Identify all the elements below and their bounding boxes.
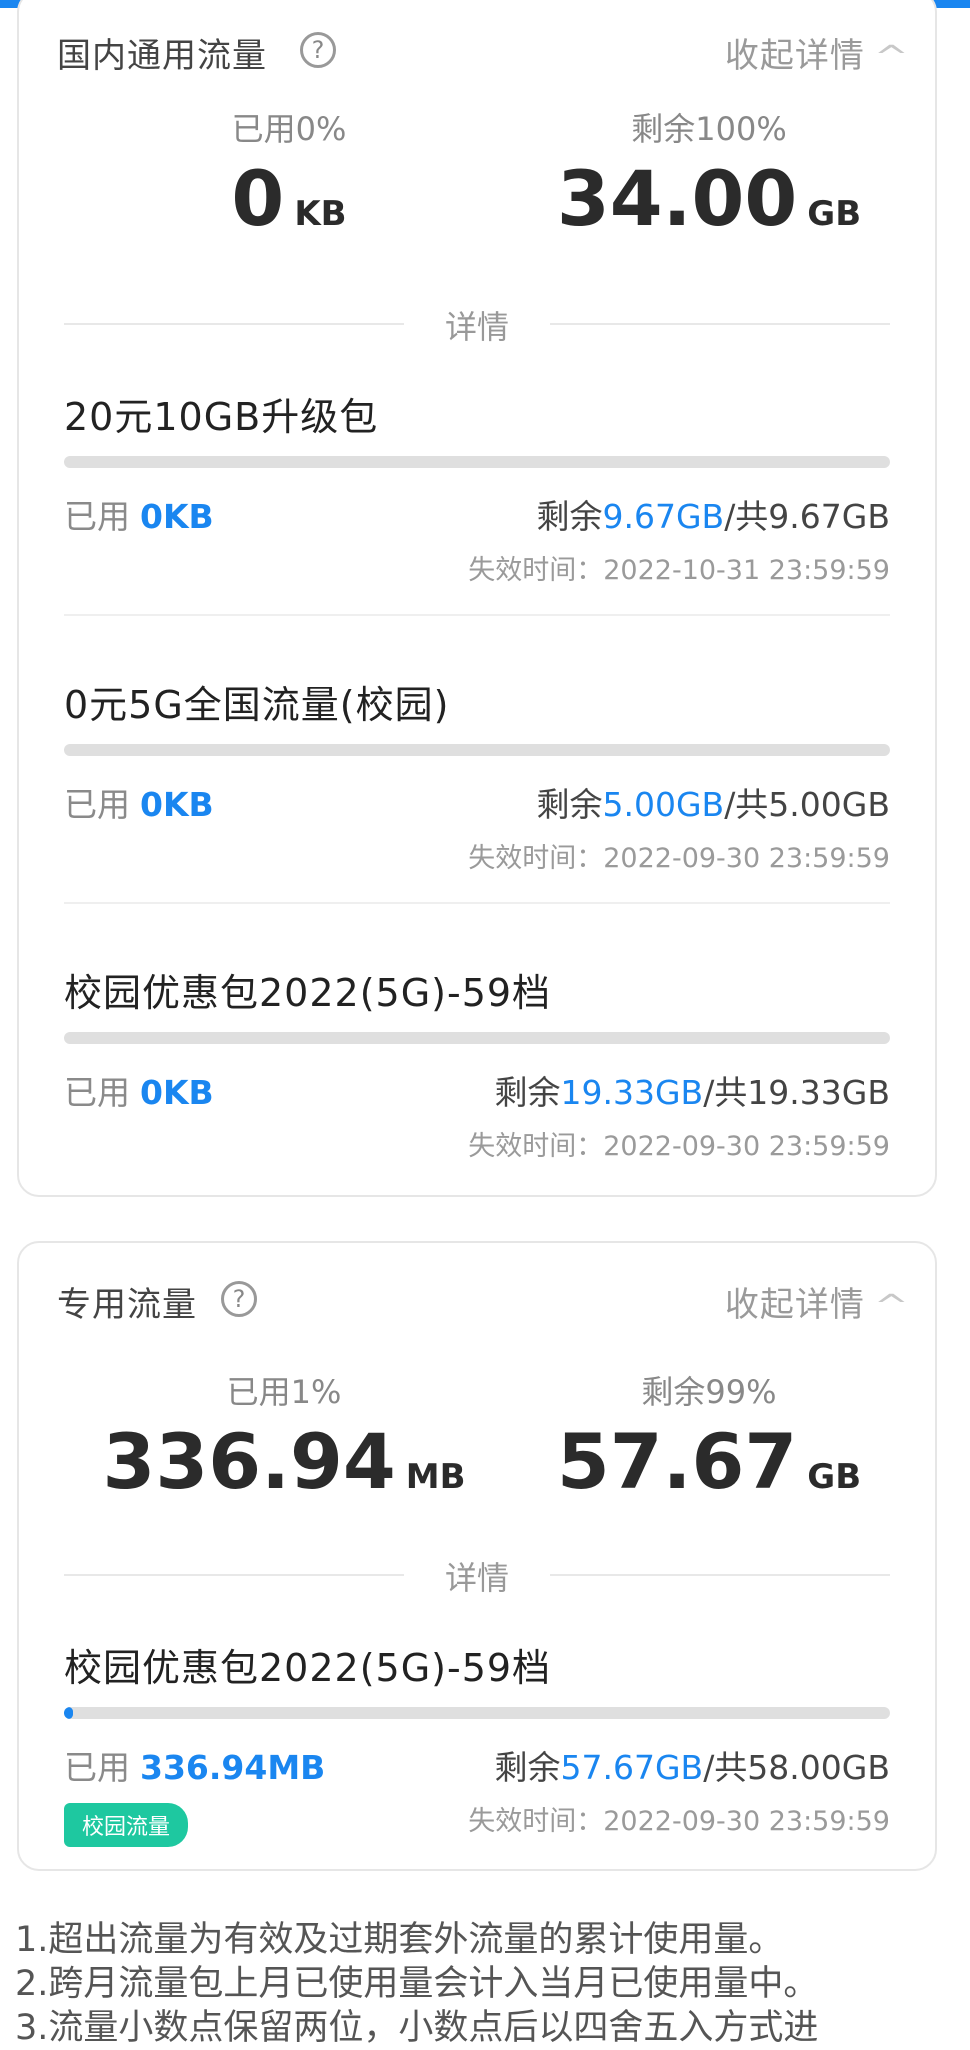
package-remaining-value: 9.67GB	[602, 497, 725, 536]
usage-progress-bar	[64, 1032, 890, 1044]
usage-progress-fill	[64, 1707, 74, 1719]
details-divider: 详情	[64, 308, 890, 346]
used-amount-value: 336.94	[102, 1417, 396, 1506]
package-item: 校园优惠包2022(5G)-59档 已用 336.94MB 剩余57.67GB/共…	[64, 1637, 890, 1847]
details-label: 详情	[444, 308, 509, 346]
remain-amount-unit: GB	[807, 1457, 862, 1497]
footnote-item: 3.流量小数点保留两位，小数点后以四舍五入方式进	[15, 2008, 819, 2048]
package-remaining-value: 57.67GB	[560, 1748, 704, 1787]
remain-amount-value: 57.67	[556, 1417, 798, 1506]
remain-amount: 34.00 GB	[539, 154, 879, 243]
package-separator	[64, 614, 890, 616]
remain-amount-value: 34.00	[556, 154, 798, 243]
used-amount-value: 0	[231, 154, 285, 243]
package-total: /共19.33GB	[703, 1073, 890, 1112]
remain-summary: 剩余100% 34.00 GB	[539, 104, 879, 243]
package-expiry: 失效时间：2022-09-30 23:59:59	[468, 843, 890, 874]
package-remaining: 剩余5.00GB/共5.00GB	[536, 785, 891, 824]
package-total: /共9.67GB	[724, 497, 890, 536]
package-item: 校园优惠包2022(5G)-59档 已用 0KB 剩余19.33GB/共19.33…	[64, 962, 890, 1162]
package-item: 20元10GB升级包 已用 0KB 剩余9.67GB/共9.67GB 失效时间：2…	[64, 386, 890, 586]
package-name: 20元10GB升级包	[64, 395, 379, 439]
chevron-up-icon: ^	[873, 1289, 911, 1324]
package-used-value: 336.94MB	[140, 1748, 326, 1787]
package-remaining: 剩余9.67GB/共9.67GB	[536, 497, 891, 536]
package-total: /共5.00GB	[724, 785, 890, 824]
package-remaining: 剩余19.33GB/共19.33GB	[494, 1073, 891, 1112]
package-name: 校园优惠包2022(5G)-59档	[64, 1646, 552, 1690]
used-amount-unit: KB	[294, 194, 347, 234]
used-summary: 已用1% 336.94 MB	[89, 1367, 479, 1506]
domestic-data-card: 国内通用流量 ? 收起详情 ^ 已用0% 0 KB 剩余100% 34.00 GB 详…	[17, 0, 937, 1197]
package-expiry: 失效时间：2022-09-30 23:59:59	[468, 1131, 890, 1162]
package-name: 0元5G全国流量(校园)	[64, 683, 450, 727]
footnote-item: 2.跨月流量包上月已使用量会计入当月已使用量中。	[15, 1964, 819, 2004]
package-used: 已用 0KB	[64, 1073, 214, 1112]
campus-data-badge: 校园流量	[64, 1803, 189, 1847]
package-used-value: 0KB	[140, 1073, 214, 1112]
help-icon[interactable]: ?	[300, 32, 336, 68]
used-amount-unit: MB	[405, 1457, 466, 1497]
package-used: 已用 0KB	[64, 785, 214, 824]
collapse-label: 收起详情	[724, 36, 865, 76]
remain-amount: 57.67 GB	[539, 1417, 879, 1506]
package-used-value: 0KB	[140, 497, 214, 536]
remain-percent-label: 剩余99%	[641, 1373, 777, 1411]
package-remaining: 剩余57.67GB/共58.00GB	[494, 1748, 891, 1787]
chevron-up-icon: ^	[873, 40, 911, 75]
package-remaining-value: 19.33GB	[560, 1073, 704, 1112]
package-item: 0元5G全国流量(校园) 已用 0KB 剩余5.00GB/共5.00GB 失效时间…	[64, 674, 890, 874]
package-name: 校园优惠包2022(5G)-59档	[64, 971, 552, 1015]
dedicated-card-header: 专用流量 ? 收起详情 ^	[57, 1277, 909, 1337]
collapse-details-button[interactable]: 收起详情 ^	[724, 1277, 909, 1326]
help-icon[interactable]: ?	[221, 1281, 257, 1317]
package-used: 已用 0KB	[64, 497, 214, 536]
used-percent-label: 已用0%	[231, 110, 347, 148]
used-amount: 336.94 MB	[89, 1417, 479, 1506]
package-used-value: 0KB	[140, 785, 214, 824]
footnotes: 1.超出流量为有效及过期套外流量的累计使用量。 2.跨月流量包上月已使用量会计入…	[15, 1918, 965, 2050]
card-title: 国内通用流量	[57, 36, 267, 76]
usage-progress-bar	[64, 744, 890, 756]
collapse-label: 收起详情	[724, 1285, 865, 1325]
footnote-item: 1.超出流量为有效及过期套外流量的累计使用量。	[15, 1920, 784, 1960]
remain-percent-label: 剩余100%	[631, 110, 787, 148]
collapse-details-button[interactable]: 收起详情 ^	[724, 28, 909, 77]
used-percent-label: 已用1%	[226, 1373, 342, 1411]
package-remaining-value: 5.00GB	[602, 785, 725, 824]
package-expiry: 失效时间：2022-09-30 23:59:59	[468, 1806, 890, 1837]
package-separator	[64, 902, 890, 904]
usage-progress-bar	[64, 456, 890, 468]
details-label: 详情	[444, 1559, 509, 1597]
card-title: 专用流量	[57, 1285, 197, 1325]
remain-amount-unit: GB	[807, 194, 862, 234]
dedicated-data-card: 专用流量 ? 收起详情 ^ 已用1% 336.94 MB 剩余99% 57.67 GB…	[17, 1241, 937, 1871]
domestic-card-header: 国内通用流量 ? 收起详情 ^	[57, 28, 909, 88]
used-amount: 0 KB	[139, 154, 439, 243]
package-used: 已用 336.94MB	[64, 1748, 326, 1787]
usage-progress-bar	[64, 1707, 890, 1719]
details-divider: 详情	[64, 1559, 890, 1597]
package-expiry: 失效时间：2022-10-31 23:59:59	[468, 555, 890, 586]
package-total: /共58.00GB	[703, 1748, 890, 1787]
remain-summary: 剩余99% 57.67 GB	[539, 1367, 879, 1506]
used-summary: 已用0% 0 KB	[139, 104, 439, 243]
